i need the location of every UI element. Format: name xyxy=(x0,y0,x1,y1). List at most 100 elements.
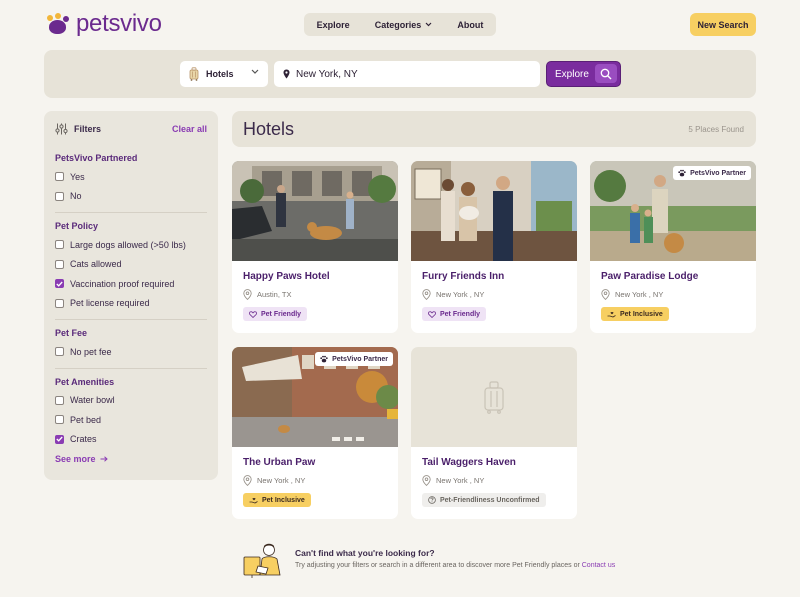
listing-card-furry-friends-inn[interactable]: Furry Friends Inn New York , NY Pet Frie… xyxy=(411,161,577,333)
filter-option-label: Pet license required xyxy=(70,298,150,309)
nav-categories-label: Categories xyxy=(374,19,422,30)
filter-option-label: Cats allowed xyxy=(70,259,122,270)
filter-option-crates[interactable]: Crates xyxy=(55,430,207,450)
cant-find-section: Can't find what you're looking for? Try … xyxy=(242,540,762,590)
category-select[interactable]: Hotels xyxy=(180,61,268,87)
filter-group-title: Pet Policy xyxy=(55,221,99,231)
badge-label: Pet Friendly xyxy=(440,310,481,318)
listing-location: New York , NY xyxy=(243,475,305,486)
pet-friendly-badge: Pet Friendly xyxy=(243,307,308,321)
clear-all-link[interactable]: Clear all xyxy=(172,124,207,134)
location-pin-icon xyxy=(283,69,290,79)
divider xyxy=(55,367,207,369)
partner-label: PetsVivo Partner xyxy=(332,355,388,363)
filter-option-license[interactable]: Pet license required xyxy=(55,294,207,314)
petsvivo-partner-badge: PetsVivo Partner xyxy=(315,352,393,366)
checkmark-icon xyxy=(56,281,63,287)
listing-name[interactable]: Furry Friends Inn xyxy=(422,271,504,282)
paw-icon xyxy=(678,169,686,177)
pet-friendly-badge: Pet Friendly xyxy=(422,307,487,321)
see-more-link[interactable]: See more xyxy=(55,454,207,464)
divider xyxy=(55,319,207,320)
contact-us-link[interactable]: Contact us xyxy=(582,562,615,569)
new-search-button[interactable]: New Search xyxy=(690,13,756,36)
listing-location: New York , NY xyxy=(422,289,484,300)
luggage-placeholder-icon xyxy=(484,381,504,414)
listing-name[interactable]: Happy Paws Hotel xyxy=(243,271,330,282)
filter-option-no-pet-fee[interactable]: No pet fee xyxy=(55,342,207,362)
partner-label: PetsVivo Partner xyxy=(690,169,746,177)
search-bar: Hotels New York, NY Explore xyxy=(44,50,756,98)
location-pin-icon xyxy=(243,289,252,300)
filter-option-cats[interactable]: Cats allowed xyxy=(55,255,207,275)
badge-label: Pet-Friendliness Unconfirmed xyxy=(440,496,540,504)
pet-inclusive-badge: Pet Inclusive xyxy=(243,493,311,507)
listing-photo-placeholder xyxy=(411,347,577,447)
filter-group-title: PetsVivo Partnered xyxy=(55,153,138,163)
checkbox[interactable] xyxy=(55,259,64,269)
petsvivo-partner-badge: PetsVivo Partner xyxy=(673,166,751,180)
explore-label: Explore xyxy=(555,68,589,80)
filter-option-label: Yes xyxy=(70,171,85,182)
listing-card-paw-paradise-lodge[interactable]: PetsVivo Partner Paw Paradise Lodge New … xyxy=(590,161,756,333)
chevron-down-icon xyxy=(251,69,259,74)
checkbox[interactable] xyxy=(55,172,64,182)
paw-icon xyxy=(320,355,328,363)
cta-text: Try adjusting your filters or search in … xyxy=(295,562,615,569)
checkbox[interactable] xyxy=(55,191,64,201)
filter-option-pet-bed[interactable]: Pet bed xyxy=(55,410,207,430)
filter-option-label: No xyxy=(70,191,82,202)
results-header: Hotels 5 Places Found xyxy=(232,111,756,147)
location-pin-icon xyxy=(422,475,431,486)
nav-explore[interactable]: Explore xyxy=(317,20,350,30)
filters-sidebar: Filters Clear all PetsVivo Partnered Yes… xyxy=(44,111,218,480)
hand-heart-icon xyxy=(249,497,258,503)
logo-text: petsvivo xyxy=(76,10,162,37)
location-pin-icon xyxy=(422,289,431,300)
listing-card-happy-paws-hotel[interactable]: Happy Paws Hotel Austin, TX Pet Friendly xyxy=(232,161,398,333)
heart-icon xyxy=(249,310,257,318)
filter-option-water-bowl[interactable]: Water bowl xyxy=(55,391,207,411)
checkbox-checked[interactable] xyxy=(55,279,64,289)
luggage-icon xyxy=(189,67,199,81)
explore-button[interactable]: Explore xyxy=(546,61,621,87)
filter-option-yes[interactable]: Yes xyxy=(55,167,207,187)
see-more-label: See more xyxy=(55,454,96,464)
listing-photo xyxy=(232,161,398,261)
chevron-down-icon xyxy=(425,22,432,27)
filters-header: Filters Clear all xyxy=(55,111,207,147)
checkbox-checked[interactable] xyxy=(55,434,64,444)
location-input[interactable]: New York, NY xyxy=(274,61,540,87)
filter-option-no[interactable]: No xyxy=(55,187,207,207)
checkmark-icon xyxy=(56,436,63,442)
listing-card-tail-waggers-haven[interactable]: Tail Waggers Haven New York , NY Pet-Fri… xyxy=(411,347,577,519)
cta-heading: Can't find what you're looking for? xyxy=(295,548,435,558)
listing-name[interactable]: Tail Waggers Haven xyxy=(422,457,516,468)
sliders-icon xyxy=(55,123,68,135)
listing-name[interactable]: Paw Paradise Lodge xyxy=(601,271,698,282)
question-circle-icon xyxy=(428,496,436,504)
hand-heart-icon xyxy=(607,311,616,317)
nav-categories[interactable]: Categories xyxy=(375,20,433,30)
filter-option-large-dogs[interactable]: Large dogs allowed (>50 lbs) xyxy=(55,235,207,255)
listing-photo xyxy=(411,161,577,261)
checkbox[interactable] xyxy=(55,240,64,250)
heart-icon xyxy=(428,310,436,318)
listing-city: New York , NY xyxy=(615,290,664,299)
checkbox[interactable] xyxy=(55,347,64,357)
search-icon xyxy=(595,64,617,83)
listing-card-the-urban-paw[interactable]: PetsVivo Partner The Urban Paw New York … xyxy=(232,347,398,519)
checkbox[interactable] xyxy=(55,298,64,308)
paw-logo-icon xyxy=(46,13,70,35)
results-count: 5 Places Found xyxy=(688,125,744,134)
checkbox[interactable] xyxy=(55,395,64,405)
nav-about[interactable]: About xyxy=(457,20,483,30)
listing-name[interactable]: The Urban Paw xyxy=(243,457,315,468)
filter-option-vaccination[interactable]: Vaccination proof required xyxy=(55,274,207,294)
badge-label: Pet Inclusive xyxy=(262,496,305,504)
logo[interactable]: petsvivo xyxy=(46,12,162,36)
checkbox[interactable] xyxy=(55,415,64,425)
filter-option-label: Water bowl xyxy=(70,395,115,406)
results-title: Hotels xyxy=(243,119,295,139)
listing-city: New York , NY xyxy=(436,290,485,299)
